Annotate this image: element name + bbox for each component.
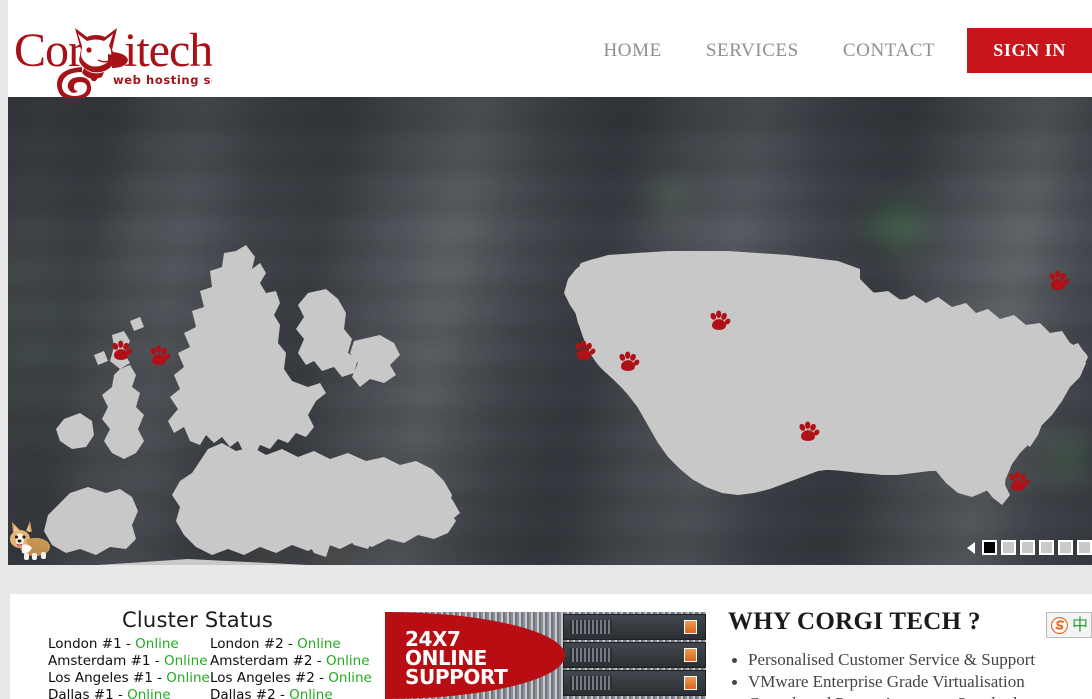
marker-new-york-ny[interactable] bbox=[1045, 269, 1071, 295]
cluster-node-name: Dallas #2 - bbox=[210, 687, 290, 699]
cluster-node-name: Dallas #1 - bbox=[48, 687, 128, 699]
corgi-mascot-icon bbox=[8, 515, 52, 565]
marker-los-angeles-ca[interactable] bbox=[571, 339, 597, 365]
page-root: Cor itech web hosting s HOME SERVICES CO… bbox=[0, 0, 1092, 699]
sogou-logo-icon bbox=[1051, 616, 1068, 634]
cluster-node-row: Dallas #1 - Online bbox=[48, 687, 210, 699]
slider-dot-1[interactable] bbox=[982, 540, 997, 555]
site-logo[interactable]: Cor itech web hosting s bbox=[12, 10, 212, 98]
cluster-node-name: London #2 - bbox=[210, 636, 298, 652]
slider-dot-4[interactable] bbox=[1039, 540, 1054, 555]
cluster-node-status: Online bbox=[135, 636, 179, 652]
why-bullet-item: Personalised Customer Service & Support bbox=[728, 649, 1092, 671]
sogou-ime-toolbar[interactable]: 中 bbox=[1045, 612, 1092, 638]
main-navigation: HOME SERVICES CONTACT SIGN IN bbox=[581, 28, 1092, 73]
rack-unit-2 bbox=[563, 642, 706, 668]
cluster-status-list: London #1 - Online London #2 - Online Amst… bbox=[10, 636, 385, 699]
cluster-node-status: Online bbox=[325, 653, 370, 669]
cluster-node-status: Online bbox=[166, 670, 210, 686]
cluster-node-status: Online bbox=[297, 636, 341, 652]
nav-item-contact[interactable]: CONTACT bbox=[821, 28, 957, 73]
cluster-status-title: Cluster Status bbox=[122, 608, 273, 632]
slider-prev-arrow-icon[interactable] bbox=[967, 541, 975, 554]
marker-dallas-tx[interactable] bbox=[795, 420, 821, 446]
usa-map-final bbox=[575, 251, 1088, 500]
svg-text:web hosting solution: web hosting solution bbox=[113, 73, 212, 87]
marker-london-uk[interactable] bbox=[108, 339, 134, 365]
why-corgi-tech-title: WHY CORGI TECH ? bbox=[728, 608, 981, 635]
support-banner-image[interactable]: 24X7 ONLINE SUPPORT bbox=[385, 612, 706, 699]
content-panel: Cluster Status London #1 - Online London … bbox=[10, 594, 1092, 699]
slider-dot-5[interactable] bbox=[1058, 540, 1073, 555]
cluster-node-name: Amsterdam #1 - bbox=[48, 653, 164, 669]
cluster-node-name: Los Angeles #1 - bbox=[48, 670, 167, 686]
why-corgi-tech-section: WHY CORGI TECH ? Personalised Customer S… bbox=[710, 594, 1092, 699]
cluster-node-status: Online bbox=[127, 687, 171, 699]
marker-las-vegas-nv[interactable] bbox=[615, 350, 641, 376]
rack-unit-3 bbox=[563, 670, 706, 696]
marker-amsterdam-nl[interactable] bbox=[146, 344, 172, 370]
support-banner-text: 24X7 ONLINE SUPPORT bbox=[405, 629, 508, 689]
marker-chicago-il[interactable] bbox=[706, 309, 732, 335]
cluster-node-row: Amsterdam #2 - Online bbox=[210, 653, 385, 669]
cluster-node-row: London #2 - Online bbox=[210, 636, 385, 652]
cluster-node-row: Los Angeles #2 - Online bbox=[210, 670, 385, 686]
svg-text:itech: itech bbox=[124, 24, 212, 77]
slider-dot-2[interactable] bbox=[1001, 540, 1016, 555]
support-line-3: SUPPORT bbox=[405, 665, 508, 689]
cluster-node-status: Online bbox=[163, 653, 208, 669]
cluster-node-status: Online bbox=[328, 670, 372, 686]
hero-map-slider[interactable]: Click on a Location for more Information bbox=[8, 97, 1092, 565]
why-bullet-item: Cross-brand Power Apps over Standard bbox=[728, 693, 1092, 699]
cluster-status-section: Cluster Status London #1 - Online London … bbox=[10, 594, 385, 699]
cluster-node-row: Los Angeles #1 - Online bbox=[48, 670, 210, 686]
sign-in-button[interactable]: SIGN IN bbox=[967, 28, 1092, 73]
rack-unit-1 bbox=[563, 614, 706, 640]
nav-item-services[interactable]: SERVICES bbox=[684, 28, 821, 73]
slider-dot-6[interactable] bbox=[1077, 540, 1092, 555]
marker-miami-fl[interactable] bbox=[1005, 470, 1031, 496]
support-banner-section[interactable]: 24X7 ONLINE SUPPORT bbox=[385, 594, 710, 699]
cluster-node-status: Online bbox=[289, 687, 333, 699]
cluster-node-name: London #1 - bbox=[48, 636, 136, 652]
cluster-node-row: Amsterdam #1 - Online bbox=[48, 653, 210, 669]
why-corgi-tech-bullets: Personalised Customer Service & Support V… bbox=[728, 649, 1092, 699]
cluster-node-name: Los Angeles #2 - bbox=[210, 670, 329, 686]
nav-item-home[interactable]: HOME bbox=[581, 28, 683, 73]
cluster-node-row: London #1 - Online bbox=[48, 636, 210, 652]
ime-language-label[interactable]: 中 bbox=[1072, 617, 1088, 633]
slider-controls bbox=[967, 540, 1092, 555]
cluster-node-name: Amsterdam #2 - bbox=[210, 653, 326, 669]
why-bullet-item: VMware Enterprise Grade Virtualisation bbox=[728, 671, 1092, 693]
site-header: Cor itech web hosting s HOME SERVICES CO… bbox=[8, 0, 1092, 98]
cluster-node-row: Dallas #2 - Online bbox=[210, 687, 385, 699]
slider-dot-3[interactable] bbox=[1020, 540, 1035, 555]
